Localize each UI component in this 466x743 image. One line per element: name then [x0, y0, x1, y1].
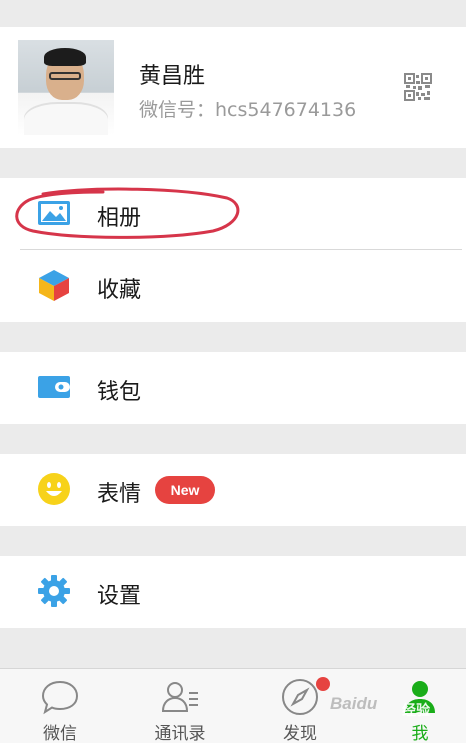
- tab-bar: 微信 通讯录 发现 我: [0, 668, 466, 743]
- watermark: Baidu: [330, 694, 378, 713]
- menu-item-stickers-label: 表情: [97, 482, 142, 507]
- chat-bubble-icon: [41, 680, 79, 715]
- profile-name: 黄昌胜: [139, 64, 206, 89]
- menu-group-stickers: 表情 New: [0, 454, 466, 526]
- watermark-secondary: 经验: [402, 703, 430, 719]
- tab-contacts[interactable]: 通讯录: [122, 669, 238, 743]
- menu-item-favorites-label: 收藏: [97, 278, 142, 303]
- wallet-icon: [38, 376, 70, 398]
- discover-notification-dot: [316, 677, 330, 691]
- menu-group-wallet: 钱包: [0, 352, 466, 424]
- tab-me-label: 我: [411, 724, 429, 743]
- compass-icon: [282, 679, 318, 715]
- tab-contacts-label: 通讯录: [154, 724, 206, 743]
- avatar-glasses: [49, 72, 81, 80]
- tab-chats[interactable]: 微信: [2, 669, 118, 743]
- annotation-circle: [15, 187, 240, 239]
- menu-group-settings: 设置: [0, 556, 466, 628]
- menu-item-settings-label: 设置: [97, 584, 142, 609]
- avatar-shirt: [24, 102, 108, 135]
- cube-icon: [39, 270, 69, 301]
- menu-item-settings[interactable]: 设置: [0, 556, 466, 628]
- gear-icon: [38, 575, 70, 607]
- menu-item-wallet-label: 钱包: [97, 380, 142, 405]
- tab-chats-label: 微信: [43, 724, 77, 743]
- menu-item-wallet[interactable]: 钱包: [0, 352, 466, 424]
- avatar-hair: [44, 48, 86, 66]
- profile-card[interactable]: 黄昌胜 微信号：hcs547674136: [0, 27, 466, 148]
- menu-item-stickers[interactable]: 表情 New: [0, 454, 466, 526]
- tab-discover-label: 发现: [283, 724, 317, 743]
- profile-wechat-id: 微信号：hcs547674136: [139, 99, 357, 121]
- avatar[interactable]: [18, 40, 114, 135]
- qr-code-icon[interactable]: [404, 73, 432, 101]
- smiley-icon: [38, 473, 70, 505]
- new-badge: New: [155, 476, 215, 504]
- contacts-icon: [161, 682, 198, 712]
- menu-item-favorites[interactable]: 收藏: [0, 250, 466, 322]
